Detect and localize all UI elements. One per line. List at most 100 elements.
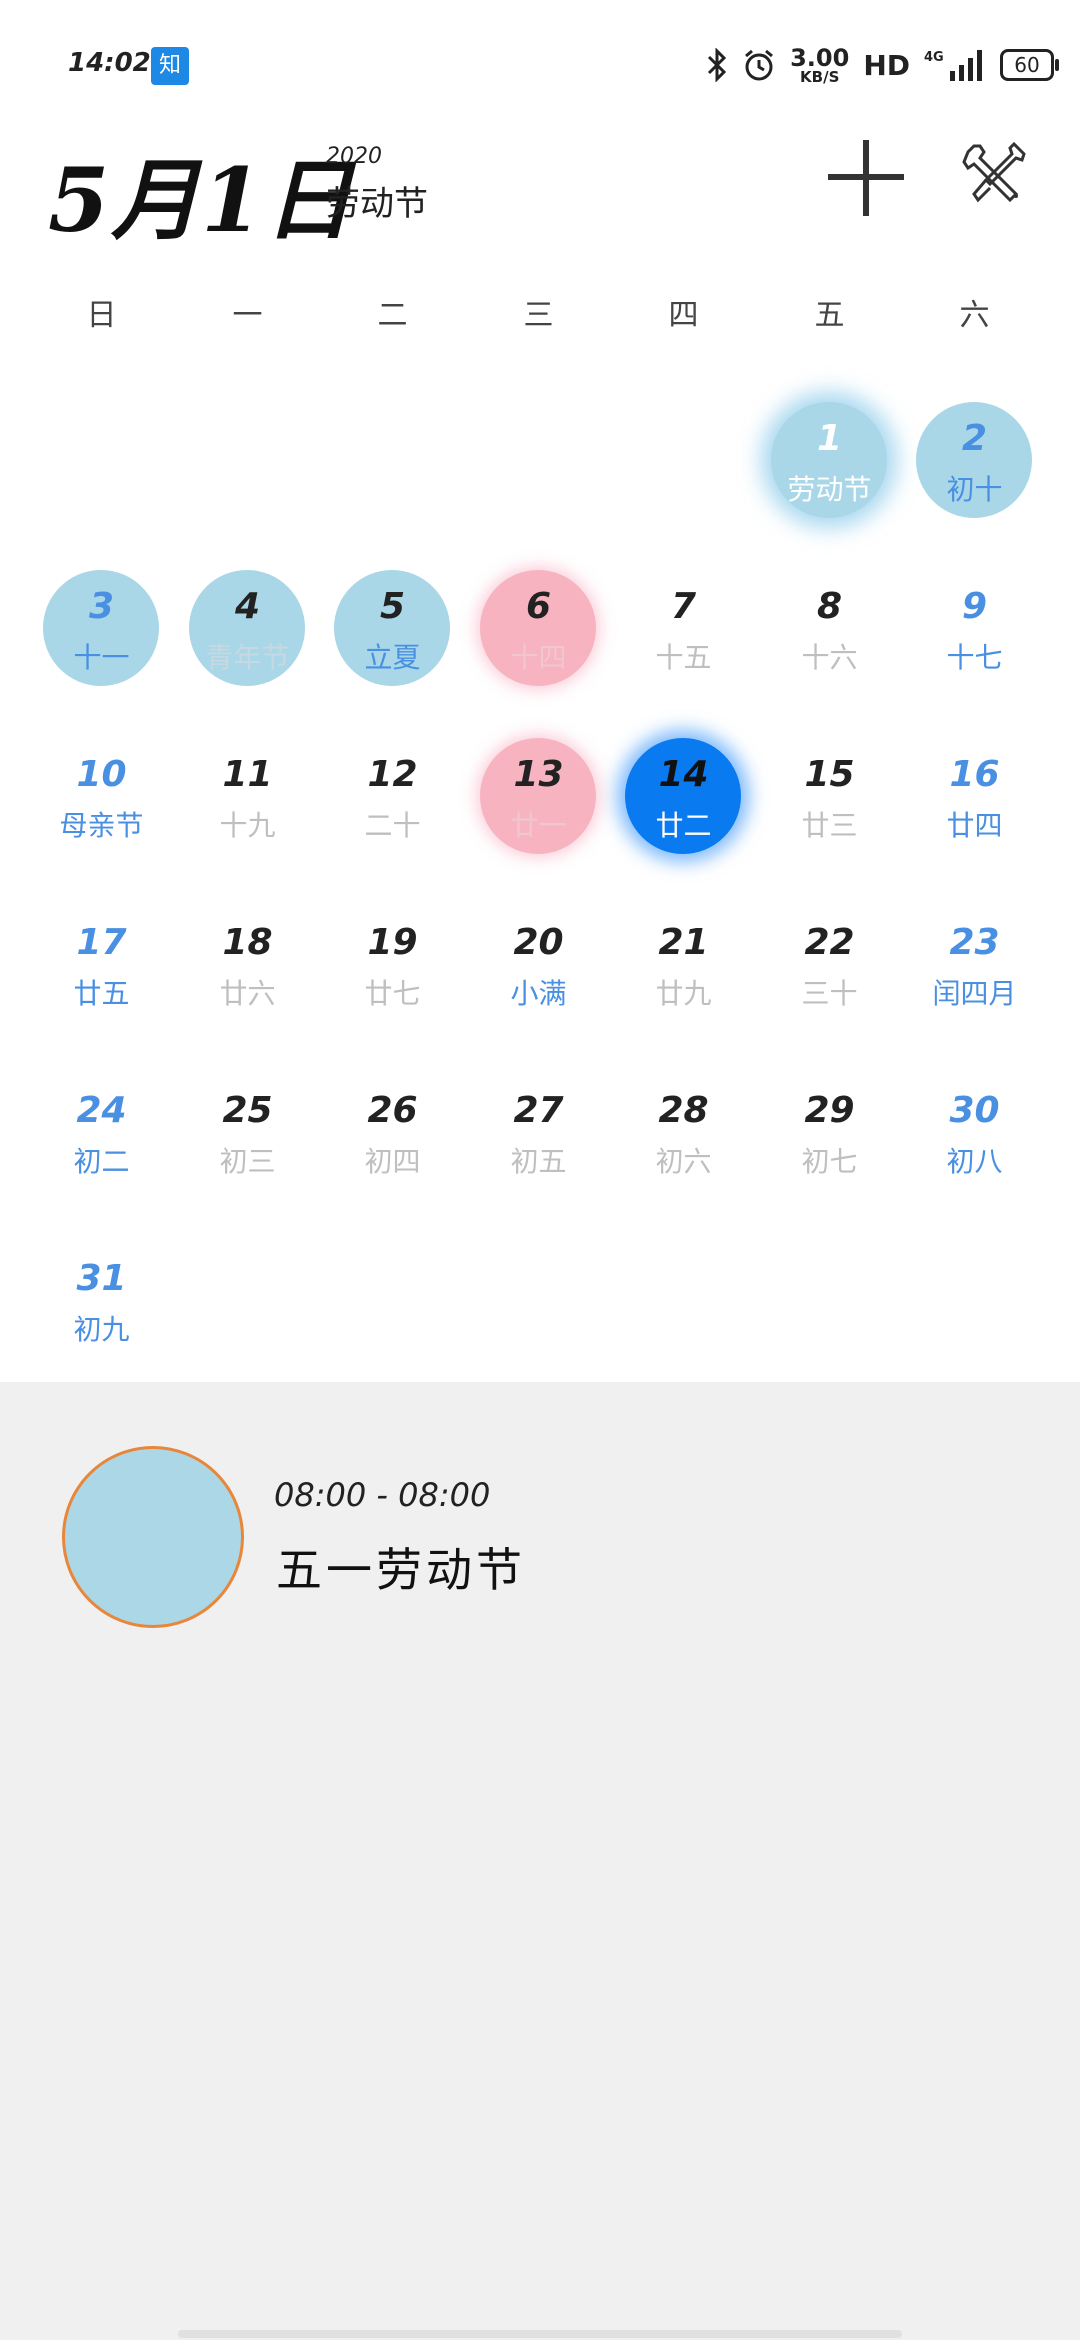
day-number: 6	[525, 586, 552, 627]
day-number: 29	[804, 1090, 855, 1131]
day-cell-12[interactable]: 12 二十	[320, 726, 465, 866]
day-number: 14	[658, 754, 709, 795]
day-cell-31[interactable]: 31 初九	[29, 1230, 174, 1370]
lunar-label: 十七	[946, 641, 1003, 674]
day-cell-10[interactable]: 10 母亲节	[29, 726, 174, 866]
day-number: 21	[658, 922, 709, 963]
day-cell-24[interactable]: 24 初二	[29, 1062, 174, 1202]
day-number: 24	[76, 1090, 127, 1131]
day-cell-20[interactable]: 20 小满	[466, 894, 611, 1034]
day-number: 17	[76, 922, 127, 963]
day-number: 26	[367, 1090, 418, 1131]
lunar-label: 初二	[73, 1145, 130, 1178]
day-number: 3	[88, 586, 115, 627]
day-cell-28[interactable]: 28 初六	[611, 1062, 756, 1202]
day-number: 23	[949, 922, 1000, 963]
lunar-label: 劳动节	[787, 473, 872, 506]
day-number: 2	[961, 418, 988, 459]
lunar-label: 初三	[219, 1145, 276, 1178]
day-cell-2[interactable]: 2 初十	[902, 390, 1047, 530]
day-number: 10	[76, 754, 127, 795]
day-cell-25[interactable]: 25 初三	[175, 1062, 320, 1202]
lunar-label: 廿四	[946, 809, 1003, 842]
day-cell-6[interactable]: 6 十四	[466, 558, 611, 698]
day-cell-16[interactable]: 16 廿四	[902, 726, 1047, 866]
day-number: 15	[804, 754, 855, 795]
day-number: 28	[658, 1090, 709, 1131]
lunar-label: 青年节	[205, 641, 290, 674]
day-number: 9	[961, 586, 988, 627]
lunar-label: 初十	[946, 473, 1003, 506]
event-time: 08:00 - 08:00	[274, 1476, 491, 1514]
lunar-label: 十九	[219, 809, 276, 842]
day-cell-22[interactable]: 22 三十	[757, 894, 902, 1034]
day-cell-27[interactable]: 27 初五	[466, 1062, 611, 1202]
lunar-label: 十一	[73, 641, 130, 674]
day-cell-14-today[interactable]: 14 廿二	[611, 726, 756, 866]
day-number: 18	[222, 922, 273, 963]
lunar-label: 三十	[801, 977, 858, 1010]
day-cell-9[interactable]: 9 十七	[902, 558, 1047, 698]
day-number: 16	[949, 754, 1000, 795]
day-number: 7	[670, 586, 697, 627]
lunar-label: 初四	[364, 1145, 421, 1178]
lunar-label: 初五	[510, 1145, 567, 1178]
day-cell-30[interactable]: 30 初八	[902, 1062, 1047, 1202]
gesture-nav-bar[interactable]	[178, 2330, 902, 2338]
event-color-dot	[62, 1446, 244, 1628]
calendar-grid: 1 劳动节 2 初十 3 十一 4 青年节 5 立夏 6 十四 7 十五 8 十…	[0, 0, 1080, 1380]
day-number: 27	[513, 1090, 564, 1131]
lunar-label: 十四	[510, 641, 567, 674]
day-number: 30	[949, 1090, 1000, 1131]
event-item[interactable]: 08:00 - 08:00 五一劳动节	[62, 1446, 962, 1628]
day-number: 4	[234, 586, 261, 627]
lunar-label: 廿三	[801, 809, 858, 842]
day-number: 20	[513, 922, 564, 963]
day-number: 11	[222, 754, 273, 795]
day-number: 19	[367, 922, 418, 963]
day-cell-7[interactable]: 7 十五	[611, 558, 756, 698]
day-cell-26[interactable]: 26 初四	[320, 1062, 465, 1202]
lunar-label: 立夏	[364, 641, 421, 674]
day-cell-1[interactable]: 1 劳动节	[757, 390, 902, 530]
day-cell-11[interactable]: 11 十九	[175, 726, 320, 866]
day-number: 5	[379, 586, 406, 627]
day-cell-18[interactable]: 18 廿六	[175, 894, 320, 1034]
day-number: 31	[76, 1258, 127, 1299]
day-cell-4[interactable]: 4 青年节	[175, 558, 320, 698]
day-cell-23[interactable]: 23 闰四月	[902, 894, 1047, 1034]
day-number: 13	[513, 754, 564, 795]
lunar-label: 小满	[510, 977, 567, 1010]
lunar-label: 十五	[655, 641, 712, 674]
lunar-label: 廿五	[73, 977, 130, 1010]
day-cell-15[interactable]: 15 廿三	[757, 726, 902, 866]
lunar-label: 初九	[73, 1313, 130, 1346]
lunar-label: 初八	[946, 1145, 1003, 1178]
lunar-label: 廿二	[655, 809, 712, 842]
lunar-label: 初六	[655, 1145, 712, 1178]
day-cell-21[interactable]: 21 廿九	[611, 894, 756, 1034]
day-cell-3[interactable]: 3 十一	[29, 558, 174, 698]
lunar-label: 闰四月	[932, 977, 1017, 1010]
day-cell-17[interactable]: 17 廿五	[29, 894, 174, 1034]
lunar-label: 十六	[801, 641, 858, 674]
day-number: 22	[804, 922, 855, 963]
lunar-label: 廿九	[655, 977, 712, 1010]
day-number: 8	[816, 586, 843, 627]
day-cell-19[interactable]: 19 廿七	[320, 894, 465, 1034]
day-cell-8[interactable]: 8 十六	[757, 558, 902, 698]
lunar-label: 母亲节	[59, 809, 144, 842]
lunar-label: 廿七	[364, 977, 421, 1010]
event-list-panel: 08:00 - 08:00 五一劳动节	[0, 1382, 1080, 2340]
lunar-label: 初七	[801, 1145, 858, 1178]
lunar-label: 二十	[364, 809, 421, 842]
day-cell-13[interactable]: 13 廿一	[466, 726, 611, 866]
lunar-label: 廿一	[510, 809, 567, 842]
event-title: 五一劳动节	[276, 1543, 526, 1597]
day-number: 25	[222, 1090, 273, 1131]
day-number: 12	[367, 754, 418, 795]
day-cell-29[interactable]: 29 初七	[757, 1062, 902, 1202]
day-number: 1	[816, 418, 843, 459]
lunar-label: 廿六	[219, 977, 276, 1010]
day-cell-5[interactable]: 5 立夏	[320, 558, 465, 698]
